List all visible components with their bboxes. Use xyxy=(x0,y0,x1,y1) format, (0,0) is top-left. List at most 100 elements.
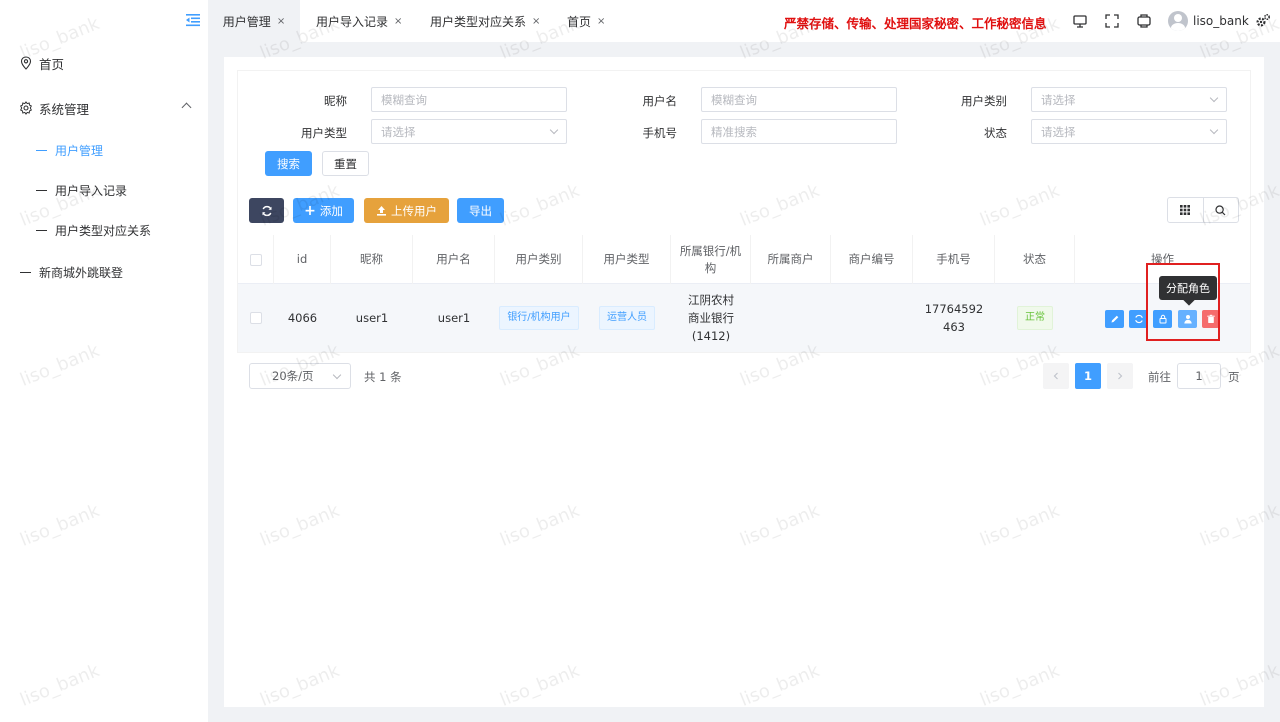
tab-home[interactable]: 首页 × xyxy=(567,0,605,42)
tab-user-import-records[interactable]: 用户导入记录 × xyxy=(316,0,402,42)
nickname-label: 昵称 xyxy=(324,94,347,108)
status-select[interactable]: 请选择 xyxy=(1031,119,1227,144)
font-size-icon[interactable] xyxy=(1136,13,1152,29)
chevron-down-icon xyxy=(549,125,559,135)
username-search-label: 用户名 xyxy=(642,94,678,108)
edit-icon xyxy=(1111,315,1118,323)
sidebar-item-user-import-records[interactable]: 用户导入记录 xyxy=(0,175,208,205)
cell-id: 4066 xyxy=(287,311,318,325)
close-icon[interactable]: × xyxy=(394,16,402,27)
grid-icon xyxy=(1180,205,1191,215)
close-icon[interactable]: × xyxy=(597,16,605,27)
column-header[interactable]: 昵称 xyxy=(331,235,413,284)
username-label[interactable]: liso_bank xyxy=(1193,14,1249,28)
goto-page-input[interactable]: 1 xyxy=(1177,363,1221,389)
sidebar-item-user-type-mapping[interactable]: 用户类型对应关系 xyxy=(0,215,208,245)
phone-input[interactable]: 精准搜索 xyxy=(701,119,897,144)
page-number-button[interactable]: 1 xyxy=(1075,363,1101,389)
category-tag: 银行/机构用户 xyxy=(499,306,579,330)
column-header[interactable]: 手机号 xyxy=(913,235,995,284)
settings-icon[interactable] xyxy=(1255,13,1271,29)
close-icon[interactable]: × xyxy=(277,16,285,27)
cell-type: 运营人员 xyxy=(583,284,671,352)
add-button[interactable]: + 添加 xyxy=(293,198,354,223)
reset-button[interactable]: 重置 xyxy=(322,151,369,176)
sidebar-item-label: 用户导入记录 xyxy=(55,183,128,198)
goto-suffix: 页 xyxy=(1228,370,1240,384)
column-header[interactable]: 所属商户 xyxy=(751,235,831,284)
tab-user-type-mapping[interactable]: 用户类型对应关系 × xyxy=(430,0,540,42)
upload-users-button[interactable]: 上传用户 xyxy=(364,198,449,223)
sidebar-item-label: 用户类型对应关系 xyxy=(55,223,152,238)
search-button[interactable]: 搜索 xyxy=(265,151,312,176)
user-category-select[interactable]: 请选择 xyxy=(1031,87,1227,112)
column-header[interactable]: 商户编号 xyxy=(831,235,913,284)
user-category-label: 用户类别 xyxy=(961,94,1007,108)
nickname-input[interactable]: 模糊查询 xyxy=(371,87,567,112)
sidebar-item-label: 首页 xyxy=(39,56,65,72)
security-warning: 严禁存储、传输、处理国家秘密、工作秘密信息 xyxy=(784,16,1047,31)
cell-status: 正常 xyxy=(995,284,1075,352)
sidebar: 首页 系统管理 用户管理 用户导入记录 用户类型对应关系 新商城外跳联登 xyxy=(0,0,208,722)
plus-icon: + xyxy=(304,202,316,219)
chevron-down-icon xyxy=(332,370,342,380)
edit-button[interactable] xyxy=(1105,310,1124,328)
column-settings-button[interactable] xyxy=(1168,198,1204,222)
cell-merchant xyxy=(751,284,831,352)
table-row[interactable]: 4066 user1 user1 银行/机构用户 运营人员 江阴农村商业银行(1… xyxy=(238,284,1250,352)
row-checkbox[interactable] xyxy=(250,312,262,324)
gear-icon xyxy=(20,101,32,115)
sidebar-item-new-mall-login[interactable]: 新商城外跳联登 xyxy=(0,257,208,287)
user-type-label: 用户类型 xyxy=(301,126,347,140)
close-icon[interactable]: × xyxy=(532,16,540,27)
cell-category: 银行/机构用户 xyxy=(495,284,583,352)
chevron-right-icon xyxy=(1118,372,1123,380)
assign-role-tooltip: 分配角色 xyxy=(1159,276,1217,300)
chevron-down-icon xyxy=(1209,125,1219,135)
refresh-icon xyxy=(261,205,272,216)
menu-fold-icon[interactable] xyxy=(185,12,201,28)
sidebar-item-user-management[interactable]: 用户管理 xyxy=(0,135,208,165)
tab-label: 用户类型对应关系 xyxy=(430,14,527,29)
add-button-label: 添加 xyxy=(319,203,343,218)
sidebar-item-home[interactable]: 首页 xyxy=(0,45,208,81)
user-type-select[interactable]: 请选择 xyxy=(371,119,567,144)
cell-bank: 江阴农村商业银行(1412) xyxy=(688,293,734,343)
tab-label: 用户管理 xyxy=(222,14,271,29)
upload-button-label: 上传用户 xyxy=(391,203,437,218)
next-page-button[interactable] xyxy=(1107,363,1133,389)
sidebar-item-system[interactable]: 系统管理 xyxy=(0,90,208,126)
fullscreen-icon[interactable] xyxy=(1104,13,1120,29)
cell-phone: 17764592463 xyxy=(924,302,984,334)
chevron-down-icon xyxy=(1209,93,1219,103)
prev-page-button[interactable] xyxy=(1043,363,1069,389)
toggle-search-button[interactable] xyxy=(1204,198,1239,222)
total-count: 共 1 条 xyxy=(364,370,402,384)
cell-nickname: user1 xyxy=(355,311,389,325)
select-all-checkbox[interactable] xyxy=(249,253,262,266)
column-header[interactable]: 状态 xyxy=(995,235,1075,284)
sidebar-item-label: 新商城外跳联登 xyxy=(39,265,124,280)
page-size-select[interactable]: 20条/页 xyxy=(249,363,351,389)
export-button[interactable]: 导出 xyxy=(457,198,504,223)
column-header[interactable]: id xyxy=(274,235,331,284)
table-tools xyxy=(1167,197,1239,223)
table-header: id 昵称 用户名 用户类别 用户类型 所属银行/机构 所属商户 商户编号 手机… xyxy=(238,235,1250,284)
monitor-icon[interactable] xyxy=(1072,13,1088,29)
avatar[interactable] xyxy=(1168,11,1188,31)
column-header[interactable]: 用户类型 xyxy=(583,235,671,284)
tab-label: 首页 xyxy=(567,14,592,29)
tab-user-management[interactable]: 用户管理 × xyxy=(208,0,300,42)
sidebar-item-label: 系统管理 xyxy=(39,101,90,117)
status-label: 状态 xyxy=(984,126,1007,140)
highlight-box xyxy=(1146,263,1220,341)
column-header[interactable]: 用户类别 xyxy=(495,235,583,284)
type-tag: 运营人员 xyxy=(599,306,655,330)
column-header[interactable]: 用户名 xyxy=(413,235,495,284)
column-header[interactable]: 所属银行/机构 xyxy=(671,235,751,284)
username-input[interactable]: 模糊查询 xyxy=(701,87,897,112)
cell-username: user1 xyxy=(437,311,471,325)
refresh-button[interactable] xyxy=(249,198,284,223)
phone-label: 手机号 xyxy=(642,126,678,140)
tab-label: 用户导入记录 xyxy=(316,14,389,29)
